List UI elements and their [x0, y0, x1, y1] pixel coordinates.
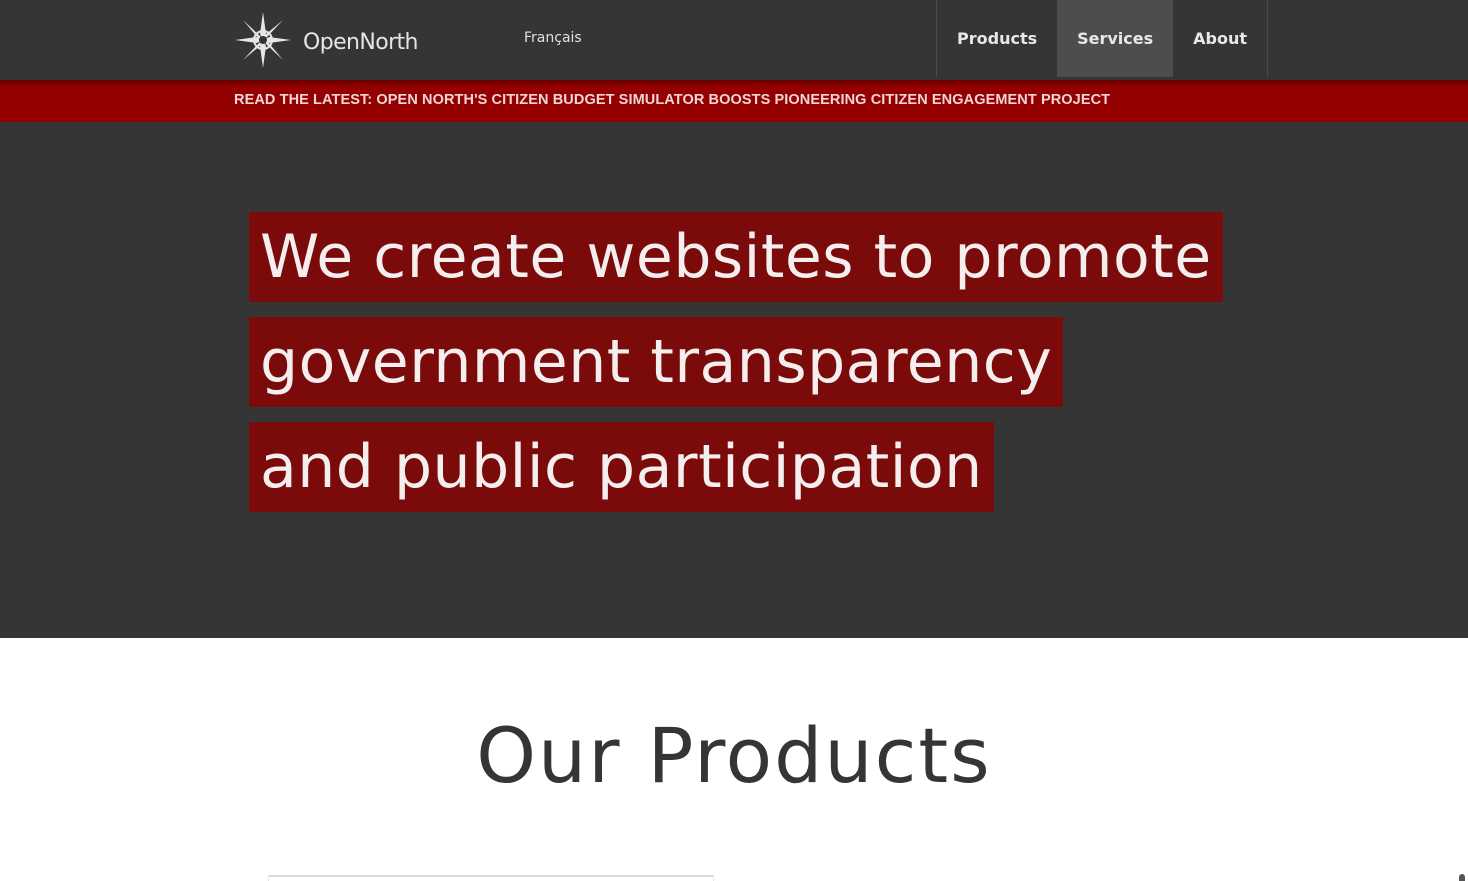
- scrollbar-thumb[interactable]: [1459, 874, 1465, 881]
- language-switch-link[interactable]: Français: [524, 30, 582, 46]
- hero-line-2: government transparency: [249, 317, 1064, 407]
- hero-section: We create websites to promote government…: [0, 122, 1468, 638]
- hero-line-3: and public participation: [249, 422, 994, 512]
- site-header: OpenNorth Français Products Services Abo…: [0, 0, 1468, 80]
- nav-item-services[interactable]: Services: [1057, 0, 1174, 77]
- announcement-bar: READ THE LATEST: OPEN NORTH'S CITIZEN BU…: [0, 80, 1468, 122]
- nav-item-products[interactable]: Products: [937, 0, 1057, 77]
- compass-star-icon: [235, 12, 291, 68]
- main-nav: Products Services About: [936, 0, 1269, 77]
- product-card[interactable]: [268, 875, 714, 881]
- logo-link[interactable]: OpenNorth: [233, 10, 419, 70]
- nav-item-about[interactable]: About: [1173, 0, 1267, 77]
- logo-text: OpenNorth: [303, 29, 419, 55]
- hero-line-1: We create websites to promote: [249, 212, 1223, 302]
- products-heading: Our Products: [476, 711, 992, 800]
- announcement-link[interactable]: READ THE LATEST: OPEN NORTH'S CITIZEN BU…: [234, 92, 1110, 108]
